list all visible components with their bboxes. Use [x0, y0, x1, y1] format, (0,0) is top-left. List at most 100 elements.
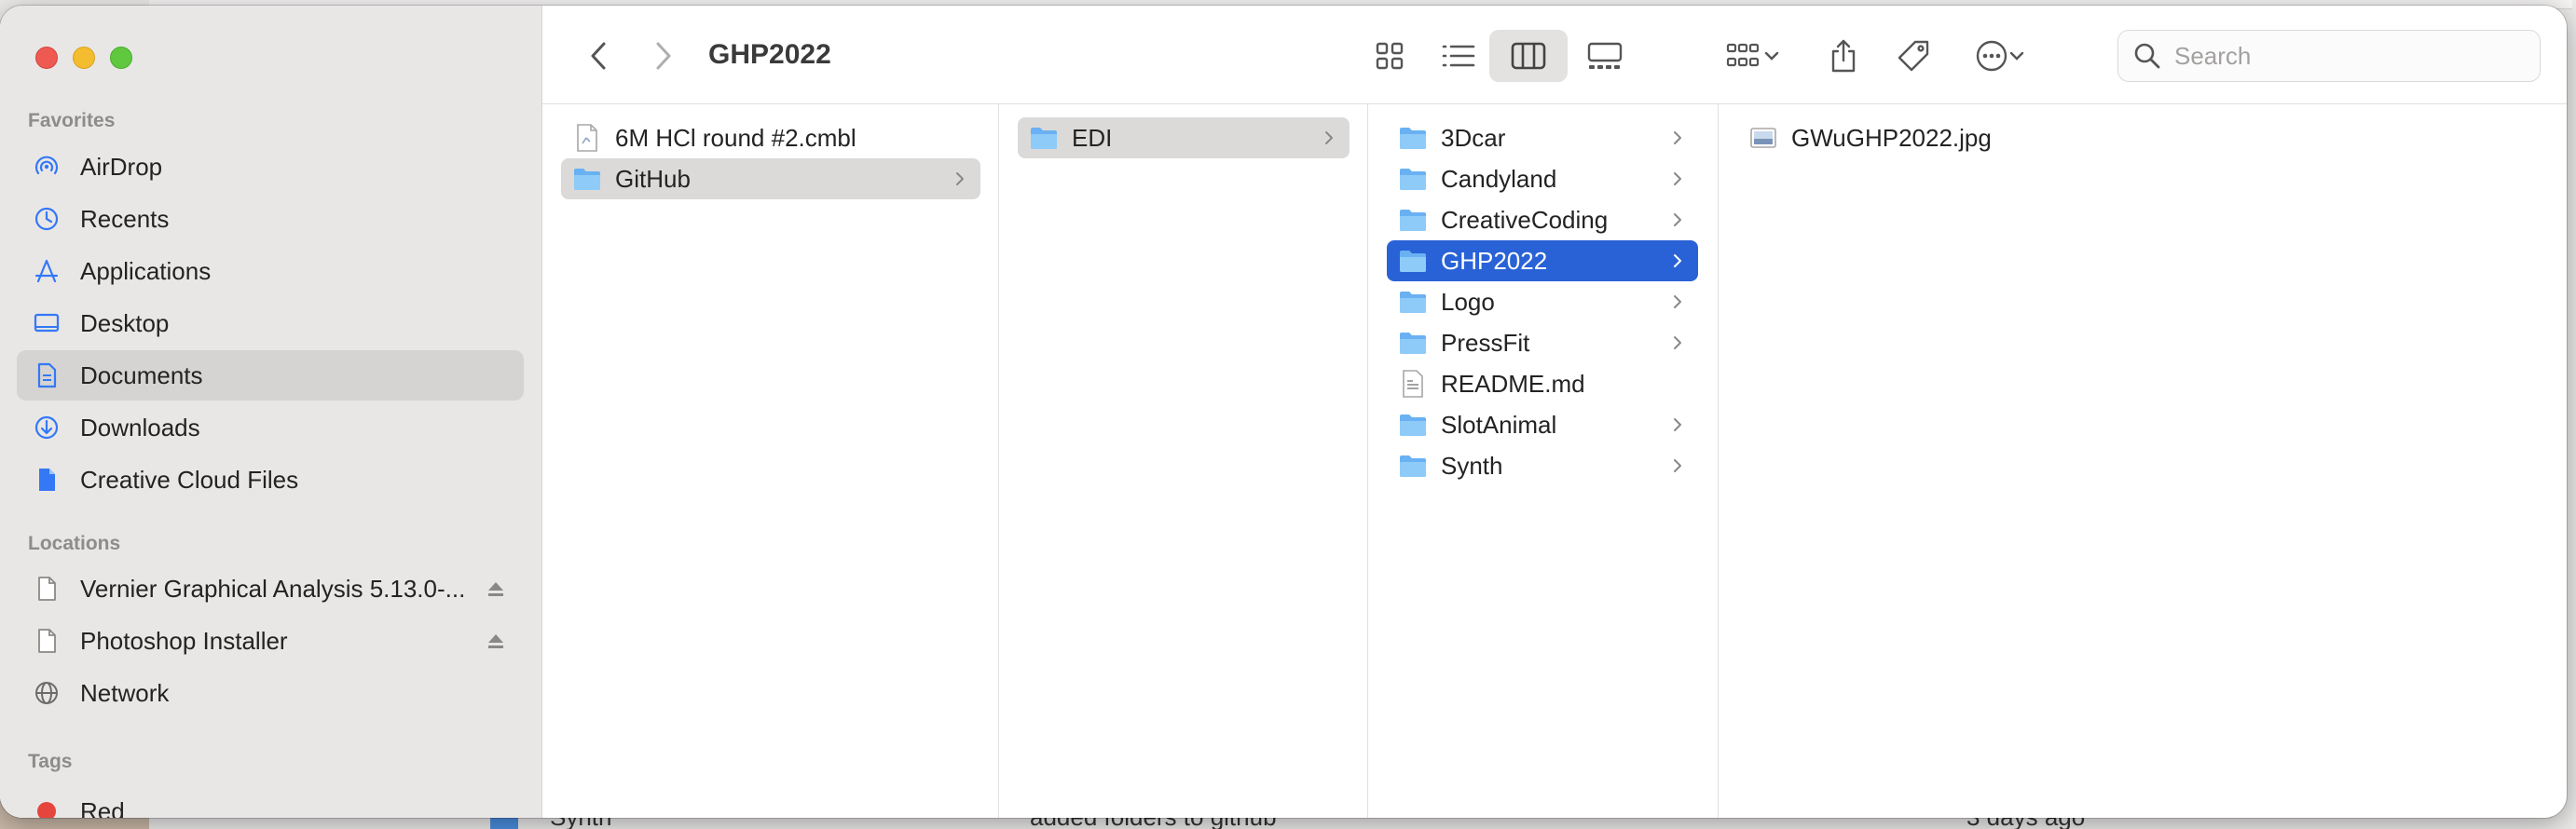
folder-icon [1398, 330, 1428, 356]
more-actions-button[interactable] [1963, 30, 2037, 82]
sidebar-item-label: Photoshop Installer [80, 626, 288, 655]
search-placeholder: Search [2174, 41, 2252, 70]
chevron-right-icon [1666, 457, 1689, 474]
search-field[interactable]: Search [2117, 30, 2541, 82]
folder-row-github[interactable]: GitHub [561, 158, 980, 199]
chevron-down-icon [2009, 51, 2024, 61]
tags-button[interactable] [1886, 30, 1940, 82]
sidebar: Favorites AirDrop Recents Applications D… [0, 6, 542, 818]
item-label: GHP2022 [1441, 246, 1548, 275]
share-icon [1831, 39, 1856, 73]
close-window-button[interactable] [35, 47, 58, 69]
sidebar-item-label: Applications [80, 256, 212, 285]
chevron-right-icon [1666, 129, 1689, 146]
icon-view-button[interactable] [1359, 30, 1420, 82]
folder-row-ghp2022[interactable]: GHP2022 [1387, 240, 1698, 281]
column-1: 6M HCl round #2.cmbl GitHub [542, 104, 999, 818]
chevron-right-icon [1666, 334, 1689, 351]
sidebar-item-applications[interactable]: Applications [17, 246, 524, 296]
chevron-right-icon [1318, 129, 1340, 146]
sidebar-item-label: AirDrop [80, 152, 163, 181]
item-label: Synth [1441, 451, 1503, 480]
column-browser: 6M HCl round #2.cmbl GitHub EDI 3Dcar Ca… [542, 104, 2567, 818]
sidebar-item-label: Vernier Graphical Analysis 5.13.0-... [80, 574, 466, 603]
minimize-window-button[interactable] [73, 47, 95, 69]
folder-row-pressfit[interactable]: PressFit [1387, 322, 1698, 363]
sidebar-item-documents[interactable]: Documents [17, 350, 524, 401]
text-file-icon [1398, 369, 1428, 399]
airdrop-icon [28, 142, 65, 192]
sidebar-item-desktop[interactable]: Desktop [17, 298, 524, 348]
item-label: 3Dcar [1441, 123, 1506, 152]
folder-icon [1398, 289, 1428, 315]
file-row-gwughp2022-jpg[interactable]: GWuGHP2022.jpg [1737, 117, 2110, 158]
column-view-button[interactable] [1489, 30, 1568, 82]
group-by-button[interactable] [1715, 30, 1791, 82]
sidebar-tag-label: Red [80, 796, 125, 819]
folder-row-3dcar[interactable]: 3Dcar [1387, 117, 1698, 158]
applications-icon [28, 246, 65, 296]
chevron-right-icon [1666, 416, 1689, 433]
column-4: GWuGHP2022.jpg [1719, 104, 2567, 818]
folder-icon [572, 166, 602, 192]
eject-icon[interactable] [477, 580, 514, 597]
back-button[interactable] [578, 30, 619, 82]
window-title: GHP2022 [708, 39, 831, 70]
sidebar-item-label: Network [80, 678, 170, 707]
sidebar-item-label: Downloads [80, 413, 200, 442]
chevron-right-icon [656, 42, 671, 70]
chevron-right-icon [1666, 293, 1689, 310]
forward-button[interactable] [643, 30, 684, 82]
file-row-readme-md[interactable]: README.md [1387, 363, 1698, 404]
folder-row-edi[interactable]: EDI [1018, 117, 1350, 158]
sidebar-item-creative-cloud-files[interactable]: Creative Cloud Files [17, 455, 524, 505]
folder-icon [1398, 207, 1428, 233]
folder-row-logo[interactable]: Logo [1387, 281, 1698, 322]
ellipsis-circle-icon [1976, 40, 2007, 72]
sidebar-item-downloads[interactable]: Downloads [17, 402, 524, 453]
chevron-right-icon [949, 170, 971, 187]
item-label: README.md [1441, 369, 1585, 398]
folder-icon [1398, 125, 1428, 151]
sidebar-item-vernier-graphical-analysis-5-13-0[interactable]: Vernier Graphical Analysis 5.13.0-... [17, 564, 524, 614]
chevron-left-icon [591, 42, 606, 70]
favorites-section-title: Favorites [28, 110, 116, 131]
item-label: 6M HCl round #2.cmbl [615, 123, 856, 152]
finder-window: Favorites AirDrop Recents Applications D… [0, 6, 2567, 818]
tag-icon [1898, 40, 1929, 72]
folder-row-creativecoding[interactable]: CreativeCoding [1387, 199, 1698, 240]
folder-icon [1398, 166, 1428, 192]
item-label: EDI [1072, 123, 1113, 152]
globe-icon [28, 668, 65, 718]
sidebar-item-label: Recents [80, 204, 170, 233]
zoom-window-button[interactable] [110, 47, 132, 69]
sidebar-item-recents[interactable]: Recents [17, 194, 524, 244]
item-label: PressFit [1441, 328, 1530, 357]
share-button[interactable] [1817, 30, 1870, 82]
folder-row-candyland[interactable]: Candyland [1387, 158, 1698, 199]
columns-icon [1511, 42, 1546, 70]
folder-row-synth[interactable]: Synth [1387, 445, 1698, 486]
file-icon [572, 123, 602, 153]
folder-icon [1398, 453, 1428, 479]
sidebar-item-label: Creative Cloud Files [80, 465, 299, 494]
eject-icon[interactable] [477, 632, 514, 649]
gallery-view-button[interactable] [1571, 30, 1638, 82]
download-icon [28, 402, 65, 453]
file-row-6m-hcl-round-2-cmbl[interactable]: 6M HCl round #2.cmbl [561, 117, 980, 158]
sidebar-item-network[interactable]: Network [17, 668, 524, 718]
toolbar: GHP2022 Search [542, 6, 2567, 104]
chevron-right-icon [1666, 252, 1689, 269]
item-label: SlotAnimal [1441, 410, 1557, 439]
sidebar-item-photoshop-installer[interactable]: Photoshop Installer [17, 616, 524, 666]
sidebar-tag-red[interactable]: Red [17, 786, 524, 818]
folder-row-slotanimal[interactable]: SlotAnimal [1387, 404, 1698, 445]
chevron-right-icon [1666, 211, 1689, 228]
item-label: GWuGHP2022.jpg [1791, 123, 1992, 152]
column-2: EDI [999, 104, 1368, 818]
item-label: Candyland [1441, 164, 1557, 193]
tags-section-title: Tags [28, 751, 73, 772]
locations-section-title: Locations [28, 533, 121, 554]
list-view-button[interactable] [1428, 30, 1489, 82]
sidebar-item-airdrop[interactable]: AirDrop [17, 142, 524, 192]
